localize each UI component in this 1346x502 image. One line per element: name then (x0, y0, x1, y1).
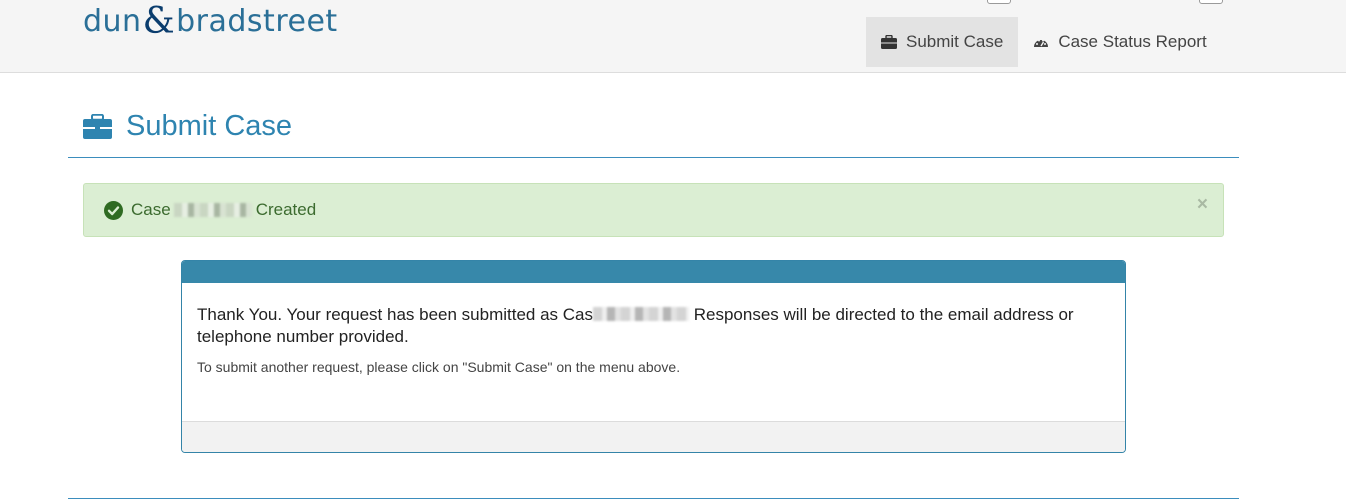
alert-prefix: Case (131, 200, 171, 219)
briefcase-icon (83, 114, 112, 139)
top-utility-checkbox[interactable] (987, 0, 1011, 4)
briefcase-icon (881, 35, 897, 49)
resubmit-instruction: To submit another request, please click … (197, 359, 681, 375)
panel-body: Thank You. Your request has been submitt… (182, 283, 1125, 421)
redacted-case-number (593, 307, 689, 321)
dnb-logo[interactable]: dun & bradstreet (83, 0, 338, 42)
confirmation-message: Thank You. Your request has been submitt… (197, 304, 1110, 348)
bottom-divider (68, 498, 1239, 499)
check-circle-icon (104, 200, 123, 220)
page-title: Submit Case (83, 110, 292, 143)
logo-text-dun: dun (83, 3, 142, 39)
title-divider (68, 157, 1239, 158)
nav-submit-case[interactable]: Submit Case (866, 17, 1019, 67)
redacted-case-number (173, 203, 252, 217)
main-menu: Submit Case Case Status Report (866, 17, 1222, 67)
nav-case-status-report[interactable]: Case Status Report (1018, 17, 1221, 67)
success-alert: Case Created × (83, 183, 1224, 237)
panel-footer (182, 421, 1125, 452)
logo-text-bradstreet: bradstreet (176, 3, 338, 39)
nav-submit-case-label: Submit Case (906, 32, 1004, 51)
close-icon[interactable]: × (1197, 194, 1208, 216)
top-navigation-bar: dun & bradstreet Submit Case Case Status… (0, 0, 1346, 73)
page-title-text: Submit Case (126, 110, 293, 142)
panel-header (182, 261, 1125, 283)
logo-ampersand: & (142, 0, 176, 42)
top-utility-links (870, 0, 1190, 2)
nav-case-status-report-label: Case Status Report (1058, 32, 1207, 51)
confirmation-message-start: Thank You. Your request has been submitt… (197, 305, 593, 324)
alert-suffix: Created (255, 200, 317, 219)
dashboard-icon (1034, 39, 1049, 47)
confirmation-panel: Thank You. Your request has been submitt… (181, 260, 1126, 453)
top-utility-checkbox-2[interactable] (1199, 0, 1223, 4)
